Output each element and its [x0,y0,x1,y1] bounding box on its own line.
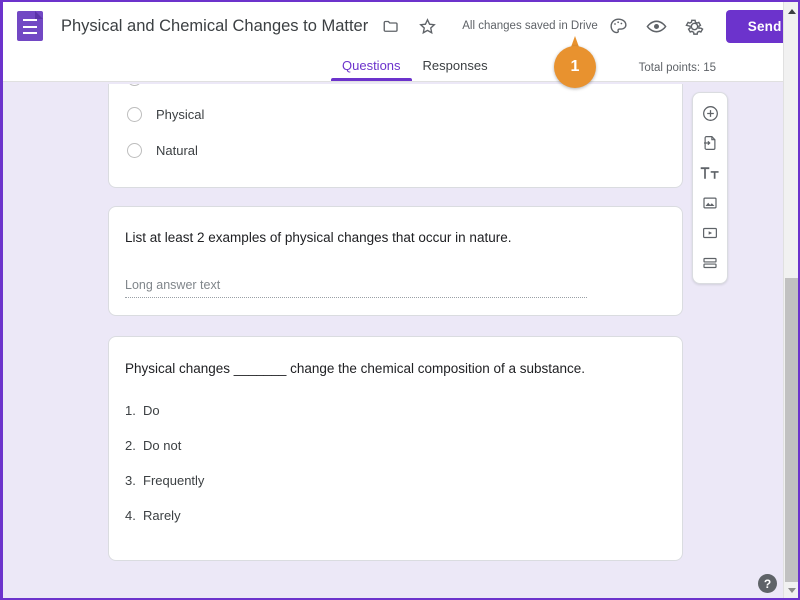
google-forms-window: Physical and Chemical Changes to Matter … [0,0,800,600]
annotation-marker-number: 1 [554,46,596,88]
list-item-label: Frequently [143,472,205,488]
header-top-row: Physical and Chemical Changes to Matter … [3,2,798,50]
list-item-label: Do [143,402,160,418]
list-item-label: Do not [143,437,182,453]
list-item[interactable]: 3. Frequently [125,473,662,488]
list-item-label: Rarely [143,507,181,523]
add-title-description-icon[interactable] [695,161,725,185]
option-row[interactable]: Natural [109,132,682,168]
vertical-scrollbar[interactable] [783,2,798,598]
add-item-toolbar [692,92,728,284]
question-card-list: Physical Natural List at least 2 example… [108,84,683,561]
add-question-icon[interactable] [695,101,725,125]
tabs-row: Questions Responses Total points: 15 [3,50,786,82]
question-title: Physical changes _______ change the chem… [125,361,586,376]
scroll-down-arrow-icon[interactable] [784,583,798,598]
palette-icon[interactable] [602,9,636,43]
save-status-text: All changes saved in Drive [462,20,598,32]
total-points-label: Total points: 15 [638,62,716,74]
list-item-number: 2. [125,437,136,453]
long-answer-field[interactable]: Long answer text [125,278,587,298]
add-video-icon[interactable] [695,221,725,245]
google-forms-logo[interactable] [17,11,43,41]
list-item[interactable]: 4. Rarely [125,508,662,523]
list-item-number: 1. [125,402,136,418]
numbered-option-list: 1. Do 2. Do not 3. Frequently 4. Rarely [125,403,662,523]
form-content-area: Physical Natural List at least 2 example… [3,82,786,598]
question-card-multiple-choice[interactable]: Physical Natural [108,84,683,188]
option-row[interactable]: Physical [109,96,682,132]
question-title: List at least 2 examples of physical cha… [125,230,512,245]
radio-icon[interactable] [127,84,142,86]
header-actions: Send [598,9,798,43]
option-label: Natural [156,142,198,158]
option-row[interactable] [109,84,682,96]
radio-icon[interactable] [127,142,142,158]
tab-list: Questions Responses [331,58,499,81]
question-card-numbered-list[interactable]: Physical changes _______ change the chem… [108,336,683,561]
annotation-marker-1: 1 [554,36,596,88]
list-item-number: 3. [125,472,136,488]
question-card-long-answer[interactable]: List at least 2 examples of physical cha… [108,206,683,316]
add-section-icon[interactable] [695,251,725,275]
list-item-number: 4. [125,507,136,523]
tab-responses[interactable]: Responses [412,58,499,81]
add-image-icon[interactable] [695,191,725,215]
list-item[interactable]: 1. Do [125,403,662,418]
eye-preview-icon[interactable] [640,9,674,43]
app-header: Physical and Chemical Changes to Matter … [3,2,798,82]
long-answer-placeholder: Long answer text [125,277,221,292]
option-list: Physical Natural [109,84,682,168]
star-icon[interactable] [414,13,440,39]
option-label: Physical [156,106,205,122]
folder-move-icon[interactable] [378,13,404,39]
gear-settings-icon[interactable] [678,9,712,43]
long-answer-rule [125,296,587,298]
tab-questions[interactable]: Questions [331,58,412,81]
import-questions-icon[interactable] [695,131,725,155]
page-title[interactable]: Physical and Chemical Changes to Matter [61,17,368,36]
radio-icon[interactable] [127,106,142,122]
scrollbar-thumb[interactable] [785,278,798,582]
scroll-up-arrow-icon[interactable] [784,4,798,19]
help-button[interactable]: ? [758,574,777,593]
list-item[interactable]: 2. Do not [125,438,662,453]
